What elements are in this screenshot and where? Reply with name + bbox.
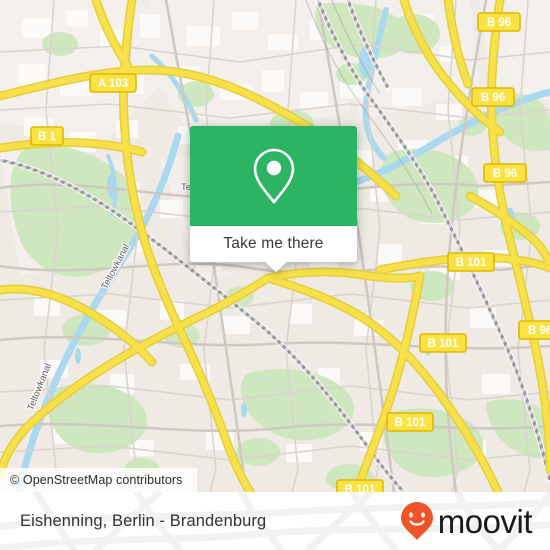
road-shield-label: B 101 [395,417,426,429]
road-shield-label: B 96 [493,168,517,180]
road-shield: B 1 [30,126,64,146]
road-shield-label: B 1 [38,131,57,143]
road-shield: B 96 [471,87,515,107]
osm-attribution: © OpenStreetMap contributors [0,468,197,492]
road-shield: B 101 [419,333,467,353]
road-shield-label: B 101 [456,257,487,269]
road-shield-label: B 96 [528,325,550,337]
road-shield-label: B 96 [481,92,505,104]
road-shield-label: B 101 [428,338,459,350]
road-shield-label: B 101 [345,484,376,492]
road-shield-label: B 96 [487,17,511,29]
take-me-there-button[interactable]: Take me there [223,235,323,253]
page-footer: Eishenning, Berlin - Brandenburg moovit [0,492,550,550]
popup-header [190,126,357,226]
road-shield: B 96 [483,163,527,183]
moovit-map-page: Teltowkanal Teltowkanal Te A 103 B 1B 96 B 9… [0,0,550,550]
road-shield: A 103 [89,73,137,93]
road-shield: B 101 [386,412,434,432]
moovit-smiley-pin-icon [400,502,433,540]
popup-footer[interactable]: Take me there [190,226,357,262]
road-shield: B 96 [518,320,550,340]
road-shield: B 101 [336,479,384,492]
popup-pointer-tail [265,262,287,272]
road-shield-label: A 103 [98,78,128,90]
page-title: Eishenning, Berlin - Brandenburg [20,511,267,530]
road-shield: B 101 [447,252,495,272]
moovit-logo[interactable]: moovit [400,492,533,550]
road-shield: B 96 [477,12,521,32]
location-popup-card[interactable]: Take me there [190,126,357,272]
moovit-wordmark: moovit [437,502,533,540]
map-pin-icon [253,148,294,205]
